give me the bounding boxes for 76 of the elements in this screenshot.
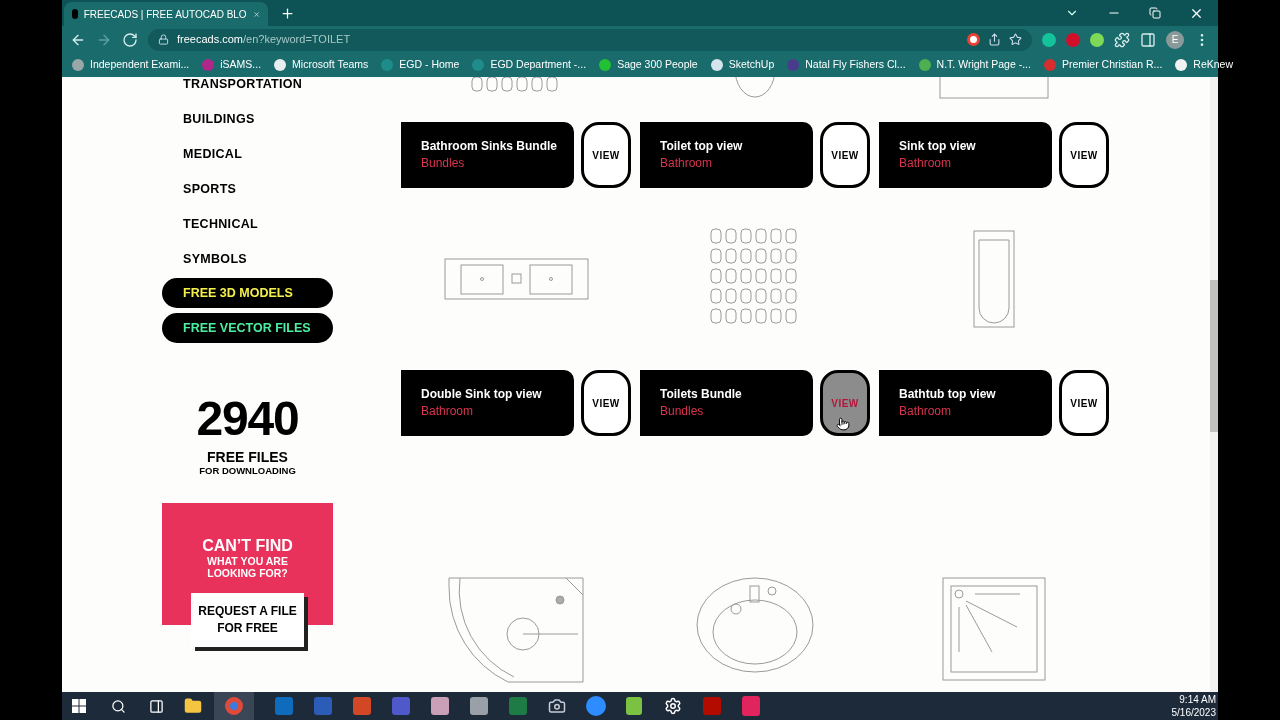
product-card[interactable]: Sink top view Bathroom — [879, 122, 1052, 188]
product-card[interactable]: Bathtub top view Bathroom — [879, 370, 1052, 436]
product-card[interactable]: Toilet top view Bathroom — [640, 122, 813, 188]
folder-icon[interactable] — [184, 697, 202, 715]
bookmark[interactable]: SketchUp — [710, 57, 775, 73]
product-category: Bathroom — [421, 403, 475, 420]
product-category: Bundles — [421, 155, 466, 172]
bookmark[interactable]: EGD Department -... — [472, 57, 587, 73]
side-panel-icon[interactable] — [1140, 31, 1156, 48]
bookmark[interactable]: Independent Exami... — [72, 57, 190, 73]
count-label: FREE FILES — [207, 449, 288, 465]
product-category: Bathroom — [899, 155, 953, 172]
reload-icon[interactable] — [122, 31, 138, 48]
product-card[interactable]: Double Sink top view Bathroom — [401, 370, 574, 436]
product-title: Bathroom Sinks Bundle — [421, 138, 558, 155]
browser-icon[interactable] — [225, 697, 243, 715]
product-category: Bathroom — [660, 155, 714, 172]
product-title: Sink top view — [899, 138, 977, 155]
browser-tab[interactable]: FREECADS | FREE AUTOCAD BLO — [64, 2, 268, 26]
clock-date: 5/16/2023 — [1171, 706, 1216, 719]
settings-icon[interactable] — [664, 697, 682, 715]
product-title: Toilets Bundle — [660, 386, 743, 403]
view-button[interactable]: VIEW — [1059, 122, 1109, 188]
bookmark[interactable]: EGD - Home — [381, 57, 460, 73]
category-link[interactable]: TRANSPORTATION — [183, 77, 303, 94]
scrollbar-thumb[interactable] — [1210, 280, 1218, 432]
bookmark[interactable]: N.T. Wright Page -... — [918, 57, 1031, 73]
product-category: Bathroom — [899, 403, 953, 420]
extensions-icon[interactable] — [1114, 31, 1130, 48]
view-button[interactable]: VIEW — [581, 370, 631, 436]
app-icon[interactable] — [626, 697, 642, 715]
product-title: Bathtub top view — [899, 386, 997, 403]
extension-icon[interactable] — [1042, 32, 1056, 47]
url-text: freecads.com/en?keyword=TOILET — [177, 32, 351, 48]
view-button[interactable]: VIEW — [1059, 370, 1109, 436]
tab-title: FREECADS | FREE AUTOCAD BLO — [83, 7, 247, 22]
category-link[interactable]: MEDICAL — [183, 145, 243, 164]
category-link[interactable]: BUILDINGS — [183, 110, 255, 129]
address-bar[interactable]: freecads.com/en?keyword=TOILET — [148, 28, 1032, 51]
category-link[interactable]: SPORTS — [183, 180, 237, 199]
file-count: 2940 — [196, 395, 299, 443]
bookmark[interactable]: Premier Christian R... — [1043, 57, 1163, 73]
pill-link[interactable]: FREE VECTOR FILES — [162, 313, 333, 343]
promo-subtitle: WHAT YOU ARE LOOKING FOR? — [206, 555, 289, 579]
clock-time: 9:14 AM — [1179, 693, 1216, 706]
view-button[interactable]: VIEW — [581, 122, 631, 188]
promo-title: CAN’T FIND — [202, 537, 293, 555]
product-category: Bundles — [660, 403, 705, 420]
product-title: Double Sink top view — [421, 386, 543, 403]
product-card[interactable]: Toilets Bundle Bundles — [640, 370, 813, 436]
view-button[interactable]: VIEW — [820, 122, 870, 188]
product-card[interactable]: Bathroom Sinks Bundle Bundles — [401, 122, 574, 188]
new-tab-icon[interactable] — [280, 6, 295, 21]
app-icon[interactable] — [431, 697, 449, 715]
product-title: Toilet top view — [660, 138, 744, 155]
search-icon[interactable] — [111, 698, 126, 714]
category-link[interactable]: TECHNICAL — [183, 215, 259, 234]
site-favicon — [72, 9, 78, 19]
pill-link[interactable]: FREE 3D MODELS — [162, 278, 333, 308]
app-icon[interactable] — [586, 696, 606, 716]
share-icon[interactable] — [988, 33, 1001, 46]
task-view-icon[interactable] — [149, 698, 164, 714]
bookmark[interactable]: Microsoft Teams — [274, 57, 369, 73]
bookmark[interactable]: iSAMS... — [202, 57, 262, 73]
windows-icon[interactable] — [72, 699, 86, 713]
extension-icon[interactable] — [1090, 32, 1104, 47]
hand-cursor-icon — [836, 415, 850, 433]
star-icon[interactable] — [1009, 33, 1022, 46]
bookmark[interactable]: Sage 300 People — [599, 57, 698, 73]
bookmark[interactable]: Natal Fly Fishers Cl... — [787, 57, 906, 73]
bookmark[interactable]: ReKnew — [1175, 57, 1233, 73]
count-subtitle: FOR DOWNLOADING — [199, 465, 296, 477]
category-link[interactable]: SYMBOLS — [183, 250, 247, 269]
lock-icon — [158, 34, 169, 45]
camera-icon[interactable] — [548, 697, 566, 715]
restore-icon[interactable] — [1149, 7, 1161, 19]
